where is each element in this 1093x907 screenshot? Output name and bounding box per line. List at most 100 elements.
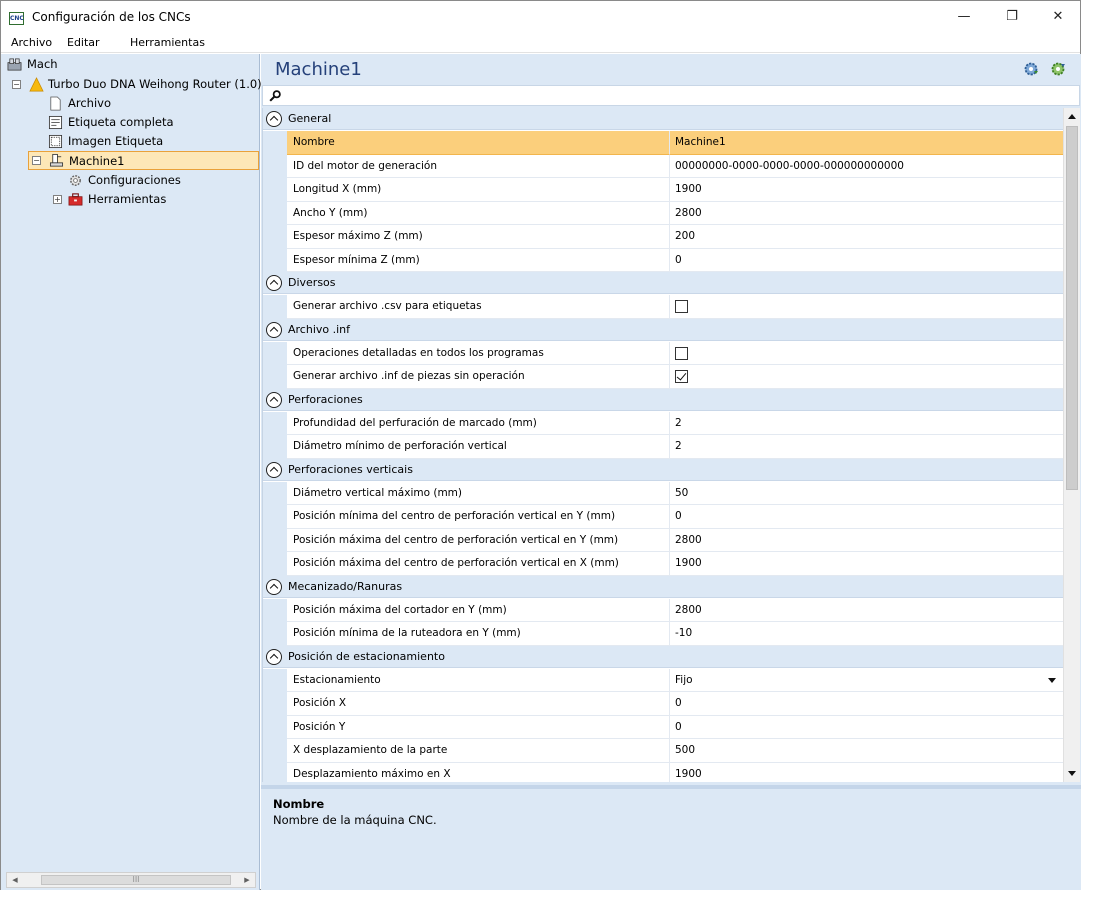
property-row[interactable]: Generar archivo .csv para etiquetas: [263, 295, 1063, 319]
property-value[interactable]: 500: [670, 739, 1063, 763]
tree-item-configuraciones[interactable]: Configuraciones: [68, 171, 198, 190]
category-row[interactable]: Diversos: [263, 272, 1063, 294]
property-row[interactable]: Espesor máximo Z (mm) 200: [263, 225, 1063, 249]
property-checkbox-cell[interactable]: [670, 365, 1063, 389]
property-value[interactable]: 1900: [670, 552, 1063, 576]
category-row[interactable]: Mecanizado/Ranuras: [263, 575, 1063, 598]
property-checkbox-cell[interactable]: [670, 342, 1063, 365]
property-row[interactable]: Profundidad del perfuración de marcado (…: [263, 411, 1063, 435]
property-search-bar[interactable]: [262, 85, 1080, 106]
tree-horizontal-scrollbar[interactable]: ◀ III ▶: [6, 872, 256, 888]
collapse-category-icon[interactable]: [266, 461, 282, 478]
property-name: Espesor mínima Z (mm): [287, 248, 670, 272]
category-row[interactable]: Archivo .inf: [263, 318, 1063, 341]
dropdown-arrow-icon[interactable]: [1048, 677, 1056, 683]
collapse-icon[interactable]: −: [12, 80, 21, 89]
grid-vertical-scrollbar[interactable]: [1063, 108, 1080, 782]
image-label-icon: [48, 134, 63, 149]
tree-item-machine1[interactable]: − Machine1: [28, 151, 259, 170]
property-row[interactable]: Espesor mínima Z (mm) 0: [263, 248, 1063, 272]
property-value[interactable]: 2800: [670, 529, 1063, 552]
property-value[interactable]: 0: [670, 249, 1063, 272]
expand-icon[interactable]: +: [53, 195, 62, 204]
property-row[interactable]: Posición X 0: [263, 692, 1063, 716]
property-value-text: 2800: [675, 603, 702, 616]
scroll-thumb[interactable]: [1066, 126, 1078, 490]
property-value[interactable]: 2800: [670, 202, 1063, 225]
search-input[interactable]: [285, 87, 1065, 104]
menu-archivo[interactable]: Archivo: [11, 36, 52, 49]
category-row[interactable]: General: [263, 108, 1063, 130]
property-value[interactable]: 2: [670, 412, 1063, 435]
property-value-text: 2800: [675, 206, 702, 219]
collapse-category-icon[interactable]: [266, 275, 282, 291]
export-settings-icon[interactable]: [1050, 61, 1066, 77]
scroll-left-icon[interactable]: ◀: [7, 873, 23, 887]
property-row[interactable]: Ancho Y (mm) 2800: [263, 201, 1063, 225]
property-dropdown[interactable]: Fijo: [670, 669, 1063, 692]
collapse-category-icon[interactable]: [266, 648, 282, 665]
row-gutter: [263, 528, 287, 552]
property-value[interactable]: 200: [670, 225, 1063, 249]
property-row[interactable]: Posición Y 0: [263, 715, 1063, 739]
tree-item-machine-profile[interactable]: − Turbo Duo DNA Weihong Router (1.0): [12, 75, 262, 94]
property-value[interactable]: 2800: [670, 599, 1063, 622]
property-row[interactable]: Posición máxima del centro de perforació…: [263, 552, 1063, 576]
scroll-thumb[interactable]: III: [41, 875, 231, 885]
property-row[interactable]: Operaciones detalladas en todos los prog…: [263, 341, 1063, 365]
property-value[interactable]: 00000000-0000-0000-0000-000000000000: [670, 155, 1063, 178]
category-row[interactable]: Perforaciones verticais: [263, 458, 1063, 481]
tree-item-etiqueta-completa[interactable]: Etiqueta completa: [48, 113, 188, 132]
collapse-category-icon[interactable]: [266, 391, 282, 408]
property-row[interactable]: Desplazamiento máximo en X 1900: [263, 762, 1063, 783]
property-row[interactable]: Posición mínima del centro de perforació…: [263, 505, 1063, 529]
property-value[interactable]: 50: [670, 482, 1063, 505]
close-button[interactable]: ✕: [1035, 1, 1081, 33]
scroll-down-icon[interactable]: [1068, 771, 1076, 776]
property-value[interactable]: 0: [670, 505, 1063, 529]
tree-item-mach[interactable]: Mach: [7, 55, 247, 74]
property-row[interactable]: Diámetro mínimo de perforación vertical 2: [263, 435, 1063, 459]
property-value-text: 0: [675, 720, 682, 733]
property-checkbox[interactable]: [675, 346, 688, 360]
property-name: Posición X: [287, 692, 670, 716]
property-value[interactable]: 0: [670, 716, 1063, 739]
collapse-category-icon[interactable]: [266, 111, 282, 127]
label-icon: [48, 115, 63, 130]
scroll-up-icon[interactable]: [1068, 114, 1076, 119]
menu-herramientas[interactable]: Herramientas: [130, 36, 205, 49]
property-row[interactable]: Nombre Machine1: [263, 131, 1063, 155]
scroll-right-icon[interactable]: ▶: [239, 873, 255, 887]
collapse-category-icon[interactable]: [266, 321, 282, 338]
collapse-icon[interactable]: −: [32, 156, 41, 165]
property-row[interactable]: Generar archivo .inf de piezas sin opera…: [263, 365, 1063, 389]
collapse-category-icon[interactable]: [266, 578, 282, 595]
import-settings-icon[interactable]: [1023, 61, 1039, 77]
tree-item-herramientas[interactable]: + Herramientas: [53, 190, 183, 209]
minimize-button[interactable]: —: [941, 1, 987, 33]
file-icon: [50, 96, 61, 111]
category-row[interactable]: Posición de estacionamiento: [263, 645, 1063, 668]
menu-editar[interactable]: Editar: [67, 36, 100, 49]
property-row[interactable]: Posición mínima de la ruteadora en Y (mm…: [263, 622, 1063, 646]
property-value[interactable]: 2: [670, 435, 1063, 459]
property-value[interactable]: Machine1: [670, 131, 1063, 155]
property-checkbox-cell[interactable]: [670, 295, 1063, 319]
property-value[interactable]: -10: [670, 622, 1063, 646]
property-row[interactable]: Posición máxima del cortador en Y (mm) 28…: [263, 598, 1063, 622]
property-row[interactable]: ID del motor de generación 00000000-0000-…: [263, 154, 1063, 178]
property-row[interactable]: X desplazamiento de la parte 500: [263, 739, 1063, 763]
maximize-button[interactable]: ❐: [989, 1, 1035, 33]
property-row[interactable]: Posición máxima del centro de perforació…: [263, 528, 1063, 552]
property-row[interactable]: Estacionamiento Fijo: [263, 668, 1063, 692]
property-checkbox[interactable]: [675, 370, 688, 383]
property-value[interactable]: 1900: [670, 178, 1063, 202]
property-checkbox[interactable]: [675, 300, 688, 313]
tree-item-archivo[interactable]: Archivo: [48, 94, 168, 113]
property-row[interactable]: Longitud X (mm) 1900: [263, 178, 1063, 202]
property-row[interactable]: Diámetro vertical máximo (mm) 50: [263, 481, 1063, 505]
property-value[interactable]: 0: [670, 692, 1063, 716]
tree-item-imagen-etiqueta[interactable]: Imagen Etiqueta: [48, 132, 188, 151]
property-value[interactable]: 1900: [670, 763, 1063, 783]
category-row[interactable]: Perforaciones: [263, 388, 1063, 411]
